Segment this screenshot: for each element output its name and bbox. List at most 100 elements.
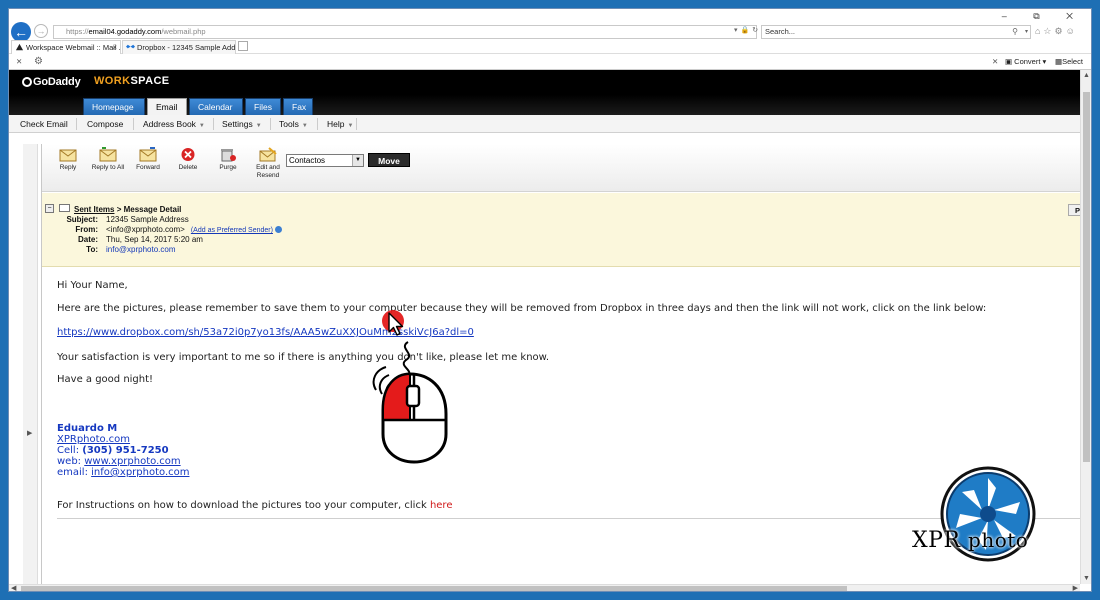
url-path: /webmail.php <box>161 27 206 36</box>
select-button[interactable]: ▦Select <box>1055 57 1083 66</box>
search-dropdown-icon[interactable]: ▾ <box>1025 26 1028 38</box>
chevron-down-icon: ▼ <box>347 123 354 129</box>
menu-separator <box>133 118 134 130</box>
edit-resend-label-1: Edit and <box>256 164 280 171</box>
purge-button[interactable]: Purge <box>208 147 248 172</box>
url-scheme: https:// <box>66 27 89 36</box>
here-link[interactable]: here <box>430 500 453 511</box>
reply-all-icon <box>99 147 117 162</box>
menu-address-book[interactable]: Address Book ▼ <box>143 115 205 135</box>
subject-value: 12345 Sample Address <box>106 215 189 224</box>
menu-compose[interactable]: Compose <box>87 115 123 133</box>
tab-label: Dropbox - 12345 Sample Addre... <box>137 43 236 52</box>
reply-all-button[interactable]: Reply to All <box>88 147 128 172</box>
email-link[interactable]: info@xprphoto.com <box>91 467 189 478</box>
close-icon[interactable]: ✕ <box>16 57 22 66</box>
mouse-click-illustration-icon <box>372 341 448 464</box>
chevron-down-icon[interactable]: ▼ <box>352 155 363 166</box>
tab-files[interactable]: Files <box>245 98 281 115</box>
add-preferred-sender-link[interactable]: (Add as Preferred Sender) <box>191 227 273 234</box>
menu-label: Settings <box>222 119 253 129</box>
godaddy-logo[interactable]: GoDaddy <box>22 76 81 88</box>
move-folder-select[interactable]: Contactos ▼ <box>286 154 364 167</box>
edit-resend-icon <box>259 147 277 162</box>
web-label: web: <box>57 456 85 467</box>
url-tools-icons[interactable]: ▾🔒↻ <box>734 26 761 34</box>
horizontal-scrollbar[interactable]: ◀ ▶ <box>9 584 1080 591</box>
scroll-thumb[interactable] <box>1083 92 1090 462</box>
collapse-icon[interactable]: − <box>45 204 54 213</box>
signature-name: Eduardo M <box>57 423 118 434</box>
reply-icon <box>59 149 77 162</box>
menu-tools[interactable]: Tools ▼ <box>279 115 308 135</box>
menu-separator <box>213 118 214 130</box>
menu-settings[interactable]: Settings ▼ <box>222 115 262 135</box>
tab-dropbox[interactable]: Dropbox - 12345 Sample Addre... <box>122 40 236 54</box>
tab-calendar[interactable]: Calendar <box>189 98 243 115</box>
to-row: To: info@xprphoto.com <box>42 245 342 255</box>
edit-resend-button[interactable]: Edit and Resend <box>248 147 288 180</box>
forward-button[interactable]: → <box>34 24 48 38</box>
close-tab-icon[interactable]: × <box>112 41 117 54</box>
menu-label: Tools <box>279 119 299 129</box>
scroll-down-icon[interactable]: ▼ <box>1083 575 1090 582</box>
tab-fax[interactable]: Fax <box>283 98 313 115</box>
godaddy-favicon-icon <box>15 43 24 52</box>
menu-label: Help <box>327 119 345 129</box>
gear-icon[interactable]: ⚙ <box>34 56 43 67</box>
toolbar-icons[interactable]: ⌂☆⚙☺ <box>1035 26 1078 37</box>
scroll-right-icon[interactable]: ▶ <box>1073 584 1078 591</box>
window-controls[interactable]: – ⧉ ✕ <box>1002 11 1085 22</box>
email-menu-bar: Check Email Compose Address Book ▼ Settin… <box>9 115 1080 133</box>
breadcrumb-separator: > <box>114 205 124 214</box>
logo-text: GoDaddy <box>33 76 81 88</box>
cell-label: Cell: <box>57 445 83 456</box>
close-icon[interactable]: ✕ <box>992 57 998 66</box>
subject-row: Subject: 12345 Sample Address <box>42 215 342 225</box>
menu-check-email[interactable]: Check Email <box>20 115 68 133</box>
command-bar: ✕ ⚙ ✕ ▣ Convert ▾ ▦Select <box>9 55 1091 70</box>
new-tab-button[interactable] <box>238 41 248 51</box>
menu-label: Address Book <box>143 119 196 129</box>
move-button[interactable]: Move <box>368 153 410 167</box>
menu-help[interactable]: Help ▼ <box>327 115 353 135</box>
breadcrumb-sent-items[interactable]: Sent Items <box>74 205 114 214</box>
back-button[interactable]: ← <box>11 22 31 42</box>
dropbox-link[interactable]: https://www.dropbox.com/sh/53a72i0p7yo13… <box>57 327 474 338</box>
tab-workspace-webmail[interactable]: Workspace Webmail :: Mail ... × <box>11 40 121 54</box>
folder-pane-toggle[interactable]: ▶ <box>23 144 38 584</box>
scroll-up-icon[interactable]: ▲ <box>1083 72 1090 79</box>
search-icon[interactable]: ⚲ <box>1012 26 1018 38</box>
signature-site-link[interactable]: XPRphoto.com <box>57 434 130 445</box>
godaddy-swirl-icon <box>22 77 32 87</box>
tab-email[interactable]: Email <box>147 98 187 115</box>
search-input[interactable]: Search... ⚲ ▾ <box>761 25 1031 39</box>
delete-button[interactable]: Delete <box>168 147 208 172</box>
reply-label: Reply <box>59 164 77 171</box>
help-icon[interactable] <box>274 226 282 233</box>
watermark-photo: photo <box>968 528 1029 552</box>
scroll-left-icon[interactable]: ◀ <box>11 584 16 591</box>
reply-button[interactable]: Reply <box>48 147 88 172</box>
forward-button[interactable]: Forward <box>128 147 168 172</box>
body-paragraph-1: Here are the pictures, please remember t… <box>57 303 987 314</box>
expand-arrow-icon[interactable]: ▶ <box>27 429 32 437</box>
signature-email: email: info@xprphoto.com <box>57 467 189 478</box>
signature-cell: Cell: (305) 951-7250 <box>57 445 169 456</box>
vertical-scrollbar[interactable]: ▲ ▼ <box>1080 70 1091 584</box>
workspace-logo-b: SPACE <box>130 75 170 87</box>
web-link[interactable]: www.xprphoto.com <box>84 456 180 467</box>
reply-all-label: Reply to All <box>91 164 125 171</box>
convert-button[interactable]: ▣ Convert ▾ <box>1005 57 1046 66</box>
to-value[interactable]: info@xprphoto.com <box>106 245 176 254</box>
browser-tab-bar: Workspace Webmail :: Mail ... × Dropbox … <box>9 40 1091 54</box>
purge-icon <box>221 149 236 162</box>
app-header: GoDaddy WORKSPACE Homepage Email Calenda… <box>9 70 1080 115</box>
address-bar: – ⧉ ✕ ← → https://email04.godaddy.com/we… <box>9 9 1091 42</box>
url-field[interactable]: https://email04.godaddy.com/webmail.php <box>53 25 757 39</box>
from-label: From: <box>75 225 98 234</box>
chevron-down-icon: ▼ <box>255 123 262 129</box>
workspace-logo: WORKSPACE <box>94 75 170 87</box>
tab-homepage[interactable]: Homepage <box>83 98 145 115</box>
scroll-thumb[interactable] <box>21 586 847 591</box>
